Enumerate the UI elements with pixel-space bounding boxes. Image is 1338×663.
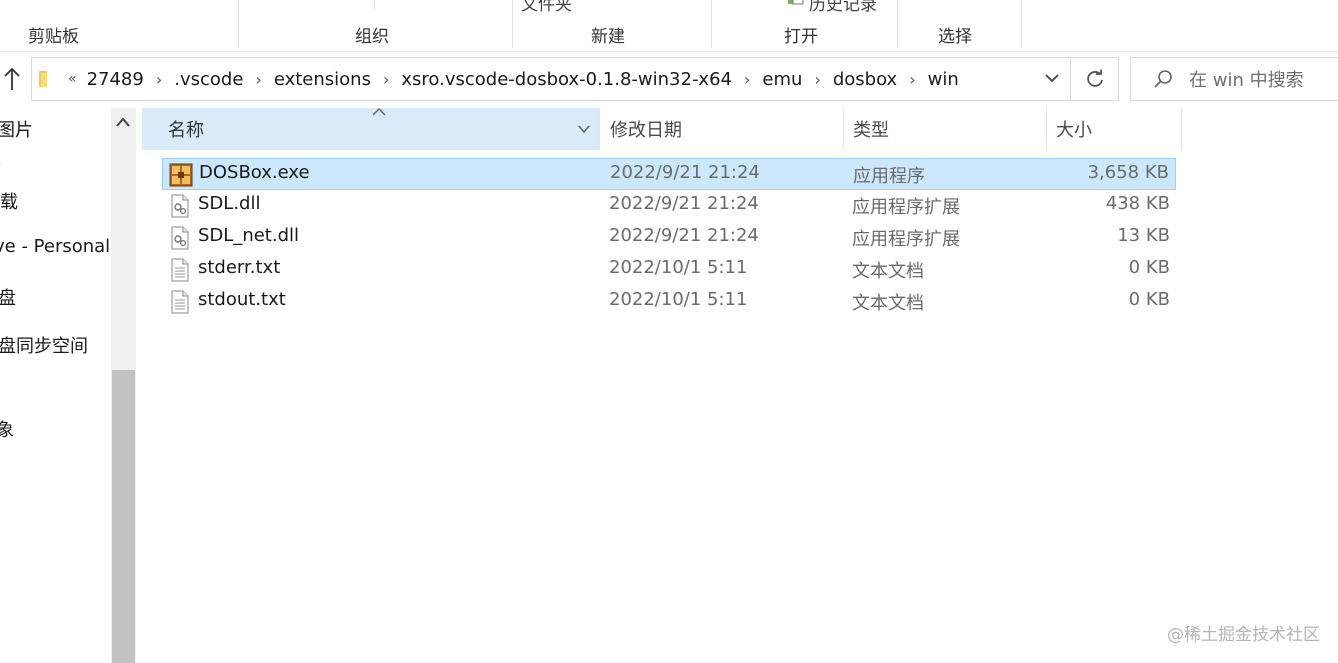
breadcrumb-item[interactable]: xsro.vscode-dosbox-0.1.8-win32-x64 xyxy=(401,69,732,90)
address-row: « 27489 › .vscode › extensions › xsro.vs… xyxy=(0,56,1338,102)
breadcrumb-item[interactable]: emu xyxy=(762,69,802,90)
ribbon-divider xyxy=(711,0,712,48)
refresh-icon xyxy=(1086,69,1103,87)
file-name: stdout.txt xyxy=(198,289,286,310)
address-bar[interactable]: « 27489 › .vscode › extensions › xsro.vs… xyxy=(31,57,1071,101)
ribbon-group-select: 选择 xyxy=(938,27,972,47)
file-row[interactable]: stderr.txt 2022/10/1 5:11 文本文档 0 KB xyxy=(162,254,1176,286)
column-header-label: 类型 xyxy=(853,120,889,141)
file-size: 13 KB xyxy=(1117,225,1170,246)
breadcrumb-overflow[interactable]: « xyxy=(68,71,77,87)
breadcrumb-item[interactable]: 27489 xyxy=(87,69,144,90)
column-header-size[interactable]: 大小 xyxy=(1042,108,1182,150)
text-file-icon xyxy=(171,258,189,282)
ribbon-history-label-cut[interactable]: 历史记录 xyxy=(809,0,877,15)
file-size: 0 KB xyxy=(1128,257,1170,278)
file-row[interactable]: DOSBox.exe 2022/9/21 21:24 应用程序 3,658 KB xyxy=(162,158,1176,190)
folder-icon xyxy=(39,71,47,87)
file-date: 2022/9/21 21:24 xyxy=(609,225,759,246)
ribbon-divider xyxy=(512,0,513,48)
search-box[interactable]: 在 win 中搜索 xyxy=(1130,57,1338,101)
file-size: 0 KB xyxy=(1128,289,1170,310)
chevron-down-icon[interactable] xyxy=(1044,70,1060,86)
breadcrumb-item[interactable]: dosbox xyxy=(833,69,897,90)
file-name: stderr.txt xyxy=(198,257,281,278)
breadcrumb-item[interactable]: extensions xyxy=(274,69,371,90)
ribbon-divider xyxy=(374,0,375,10)
nav-item[interactable]: 盘 xyxy=(0,284,16,310)
file-name: SDL.dll xyxy=(198,193,261,214)
file-date: 2022/10/1 5:11 xyxy=(609,289,748,310)
file-row[interactable]: SDL_net.dll 2022/9/21 21:24 应用程序扩展 13 KB xyxy=(162,222,1176,254)
search-input[interactable]: 在 win 中搜索 xyxy=(1189,66,1304,92)
column-header-row: 名称 修改日期 类型 大小 xyxy=(142,108,1182,150)
nav-item[interactable]: 盘同步空间 xyxy=(0,332,88,358)
ribbon-divider xyxy=(238,0,239,48)
column-header-date[interactable]: 修改日期 xyxy=(596,108,844,150)
dll-file-icon xyxy=(171,194,189,218)
file-date: 2022/10/1 5:11 xyxy=(609,257,748,278)
ribbon: 文件夹 历史记录 剪贴板 组织 新建 打开 选择 xyxy=(0,0,1338,52)
file-size: 3,658 KB xyxy=(1087,162,1169,183)
file-size: 438 KB xyxy=(1105,193,1170,214)
watermark: @稀土掘金技术社区 xyxy=(1167,625,1320,645)
ribbon-group-new: 新建 xyxy=(591,27,625,47)
history-icon[interactable] xyxy=(787,0,805,5)
column-header-label: 修改日期 xyxy=(610,120,682,141)
file-row[interactable]: SDL.dll 2022/9/21 21:24 应用程序扩展 438 KB xyxy=(162,190,1176,222)
ribbon-divider xyxy=(897,0,898,48)
chevron-right-icon[interactable]: › xyxy=(255,70,261,89)
text-file-icon xyxy=(171,290,189,314)
file-type: 应用程序 xyxy=(853,166,925,187)
ribbon-group-open: 打开 xyxy=(784,27,818,47)
ribbon-folder-label-cut[interactable]: 文件夹 xyxy=(521,0,572,15)
chevron-right-icon[interactable]: › xyxy=(383,70,389,89)
column-header-label: 大小 xyxy=(1056,120,1092,141)
breadcrumb-item[interactable]: .vscode xyxy=(174,69,243,90)
breadcrumb-item[interactable]: win xyxy=(928,69,959,90)
search-icon xyxy=(1154,70,1172,88)
dosbox-app-icon xyxy=(169,163,193,187)
file-row[interactable]: stdout.txt 2022/10/1 5:11 文本文档 0 KB xyxy=(162,286,1176,318)
refresh-button[interactable] xyxy=(1071,57,1119,101)
nav-item[interactable]: e xyxy=(0,152,1,173)
file-type: 文本文档 xyxy=(852,261,924,282)
file-date: 2022/9/21 21:24 xyxy=(610,162,760,183)
chevron-up-icon[interactable] xyxy=(116,116,130,128)
column-header-name[interactable]: 名称 xyxy=(142,108,600,150)
file-type: 应用程序扩展 xyxy=(852,229,960,250)
file-list: 名称 修改日期 类型 大小 DOSBox.exe 2022/9/21 21:24… xyxy=(142,108,1338,663)
nav-item[interactable]: 下载 xyxy=(0,188,18,214)
file-type: 应用程序扩展 xyxy=(852,197,960,218)
breadcrumb: « 27489 › .vscode › extensions › xsro.vs… xyxy=(68,69,959,90)
file-name: DOSBox.exe xyxy=(199,162,310,183)
file-name: SDL_net.dll xyxy=(198,225,300,246)
scrollbar-thumb[interactable] xyxy=(112,370,135,663)
file-date: 2022/9/21 21:24 xyxy=(609,193,759,214)
column-header-type[interactable]: 类型 xyxy=(839,108,1047,150)
ribbon-divider xyxy=(1021,0,1022,48)
ribbon-group-clipboard: 剪贴板 xyxy=(28,27,79,47)
nav-item[interactable]: a图片 xyxy=(0,116,33,142)
file-type: 文本文档 xyxy=(852,293,924,314)
column-header-label: 名称 xyxy=(168,120,204,141)
up-arrow-icon[interactable] xyxy=(2,66,22,92)
nav-item[interactable]: 象 xyxy=(0,416,14,442)
chevron-right-icon[interactable]: › xyxy=(744,70,750,89)
sort-ascending-icon xyxy=(372,108,386,116)
nav-scrollbar[interactable] xyxy=(111,108,136,663)
chevron-right-icon[interactable]: › xyxy=(814,70,820,89)
chevron-down-icon[interactable] xyxy=(577,123,591,135)
nav-item[interactable]: ive - Personal xyxy=(0,236,110,257)
chevron-right-icon[interactable]: › xyxy=(909,70,915,89)
dll-file-icon xyxy=(171,226,189,250)
navigation-pane: a图片 e 下载 ive - Personal 盘 盘同步空间 象 xyxy=(0,108,136,663)
chevron-right-icon[interactable]: › xyxy=(156,70,162,89)
ribbon-group-organize: 组织 xyxy=(355,27,389,47)
